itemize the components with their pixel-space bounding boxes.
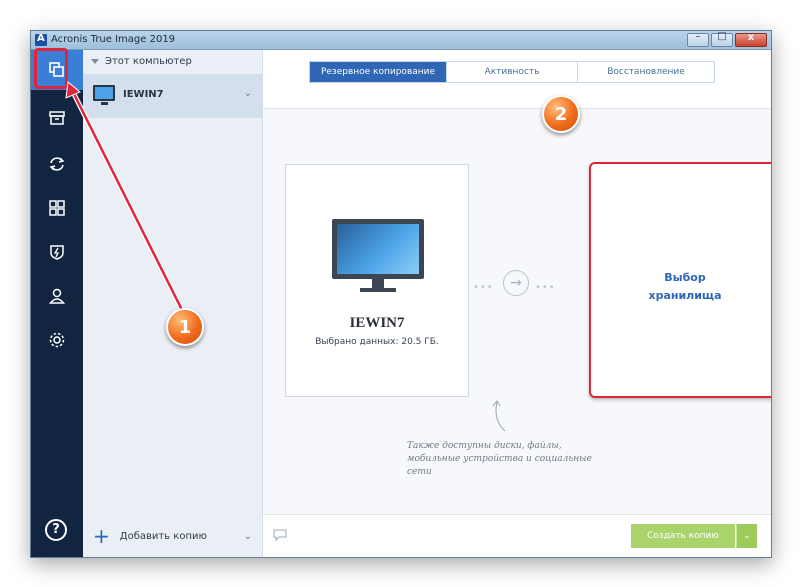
help-button[interactable]: ?: [45, 519, 67, 541]
tree-item-label: IEWIN7: [123, 89, 164, 100]
computer-monitor-icon: [93, 85, 115, 105]
window-controls: – □ x: [687, 31, 767, 47]
minimize-button[interactable]: –: [687, 31, 709, 47]
window-title: Acronis True Image 2019: [51, 34, 176, 45]
minimize-icon: –: [695, 31, 701, 42]
close-icon: x: [747, 32, 755, 43]
tabs-header: Резервное копирование Активность Восстан…: [263, 50, 771, 109]
computer-monitor-icon: [332, 219, 424, 279]
tab-activity[interactable]: Активность: [447, 62, 578, 82]
add-copy-button[interactable]: + Добавить копию ⌄: [83, 515, 262, 557]
chevron-down-icon[interactable]: ⌄: [244, 531, 252, 542]
plus-icon: +: [93, 524, 110, 548]
title-bar[interactable]: Acronis True Image 2019 – □ x: [31, 31, 771, 50]
maximize-button[interactable]: □: [711, 31, 733, 47]
app-window: Acronis True Image 2019 – □ x: [30, 30, 772, 558]
sidebar-item-account[interactable]: [31, 276, 83, 316]
shield-icon: [50, 245, 64, 260]
destination-label: Выбор хранилища: [591, 269, 771, 305]
flow-connector: ••• → •••: [473, 270, 573, 298]
backup-list-panel: Этот компьютер IEWIN7 ⌄ + Добавить копию…: [83, 50, 263, 557]
maximize-icon: □: [717, 31, 727, 42]
sidebar-item-settings[interactable]: [31, 320, 83, 360]
tab-backup[interactable]: Резервное копирование: [310, 62, 447, 82]
hint-text: Также доступны диски, файлы, мобильные у…: [407, 441, 592, 477]
create-copy-dropdown[interactable]: ⌄: [736, 524, 757, 548]
sidebar-rail: ?: [31, 50, 83, 557]
chevron-down-icon[interactable]: ⌄: [244, 88, 252, 99]
account-icon: [48, 288, 66, 304]
destination-label-line1: Выбор: [664, 271, 706, 284]
tools-grid-icon: [49, 200, 65, 216]
annotation-highlight-backup-tab: [34, 48, 68, 89]
acronis-logo-icon: [35, 33, 47, 46]
dots-left: •••: [473, 282, 494, 293]
bottom-bar: Создать копию ⌄: [263, 514, 771, 557]
sidebar-item-sync[interactable]: [31, 144, 83, 184]
backup-source-card[interactable]: IEWIN7 Выбрано данных: 20.5 ГБ.: [285, 164, 469, 397]
expand-triangle-icon: [91, 59, 99, 64]
tree-item-iewin7[interactable]: IEWIN7 ⌄: [83, 74, 262, 118]
tree-group-label: Этот компьютер: [105, 56, 192, 67]
settings-gear-icon: [49, 332, 65, 348]
curved-arrow-icon: [492, 400, 506, 432]
tab-bar: Резервное копирование Активность Восстан…: [309, 61, 715, 83]
tree-group-header[interactable]: Этот компьютер: [91, 56, 192, 67]
sidebar-item-protection[interactable]: [31, 232, 83, 272]
source-name: IEWIN7: [349, 315, 405, 331]
choose-destination-card[interactable]: Выбор хранилища: [589, 162, 771, 398]
main-content: Резервное копирование Активность Восстан…: [263, 50, 771, 557]
sidebar-item-tools[interactable]: [31, 188, 83, 228]
destination-label-line2: хранилища: [648, 289, 722, 302]
sidebar-item-archive[interactable]: [31, 98, 83, 138]
arrow-right-icon: →: [503, 270, 529, 296]
annotation-badge-2: 2: [542, 95, 580, 133]
dots-right: •••: [535, 282, 556, 293]
comment-icon[interactable]: [273, 529, 287, 541]
sync-icon: [49, 157, 65, 171]
archive-icon: [49, 111, 65, 125]
tab-recovery[interactable]: Восстановление: [578, 62, 714, 82]
annotation-badge-1: 1: [166, 308, 204, 346]
source-data-size: Выбрано данных: 20.5 ГБ.: [315, 337, 439, 347]
add-copy-label: Добавить копию: [119, 530, 207, 542]
close-button[interactable]: x: [735, 32, 767, 47]
monitor-base-icon: [360, 288, 396, 292]
create-copy-button[interactable]: Создать копию: [631, 524, 735, 548]
